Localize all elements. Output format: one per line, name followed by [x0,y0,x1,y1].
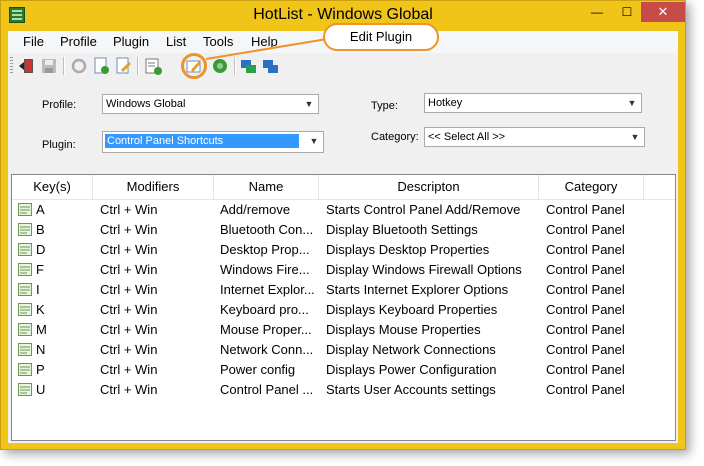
table-row[interactable]: K Ctrl + Win Keyboard pro... Displays Keybo… [12,300,675,320]
row-name: Internet Explor... [220,282,315,297]
row-key: F [36,262,44,277]
category-select[interactable]: << Select All >> ▼ [424,127,645,147]
row-description: Displays Keyboard Properties [326,302,498,317]
row-category: Control Panel [546,222,625,237]
row-modifiers: Ctrl + Win [100,202,158,217]
plugin-label: Plugin: [42,139,76,151]
row-category: Control Panel [546,322,625,337]
profile-label: Profile: [42,99,77,111]
hotkey-item-icon [18,303,32,316]
row-key: U [36,382,46,397]
chevron-down-icon: ▼ [304,99,314,109]
row-description: Display Bluetooth Settings [326,222,478,237]
row-category: Control Panel [546,242,625,257]
row-modifiers: Ctrl + Win [100,342,158,357]
list-header: Key(s) Modifiers Name Descripton Categor… [12,175,675,200]
list-body: A Ctrl + Win Add/remove Starts Control Pane… [12,200,675,400]
row-category: Control Panel [546,282,625,297]
table-row[interactable]: P Ctrl + Win Power config Displays Power Co… [12,360,675,380]
hotkey-item-icon [18,263,32,276]
client-area: File Profile Plugin List Tools Help Prof… [8,31,678,443]
row-key: D [36,242,46,257]
row-key: K [36,302,45,317]
table-row[interactable]: I Ctrl + Win Internet Explor... Starts Inte… [12,280,675,300]
table-row[interactable]: A Ctrl + Win Add/remove Starts Control Pane… [12,200,675,220]
hotkey-item-icon [18,223,32,236]
row-key: N [36,342,46,357]
row-key: B [36,222,45,237]
row-category: Control Panel [546,262,625,277]
row-modifiers: Ctrl + Win [100,242,158,257]
row-name: Windows Fire... [220,262,310,277]
column-header-keys[interactable]: Key(s) [12,175,93,199]
hotkey-item-icon [18,323,32,336]
row-modifiers: Ctrl + Win [100,382,158,397]
hotkey-item-icon [18,243,32,256]
row-name: Network Conn... [220,342,314,357]
hotkey-list[interactable]: Key(s) Modifiers Name Descripton Categor… [11,174,676,441]
chevron-down-icon: ▼ [630,132,640,142]
row-name: Keyboard pro... [220,302,309,317]
row-name: Bluetooth Con... [220,222,314,237]
profile-select-value: Windows Global [106,98,186,110]
row-description: Starts Control Panel Add/Remove [326,202,521,217]
row-description: Displays Power Configuration [326,362,497,377]
type-select-value: Hotkey [428,97,463,109]
table-row[interactable]: F Ctrl + Win Windows Fire... Display Window… [12,260,675,280]
row-category: Control Panel [546,382,625,397]
hotkey-item-icon [18,283,32,296]
plugin-select-value: Control Panel Shortcuts [105,134,299,148]
row-modifiers: Ctrl + Win [100,262,158,277]
row-modifiers: Ctrl + Win [100,302,158,317]
column-header-name[interactable]: Name [214,175,319,199]
edit-plugin-callout: Edit Plugin [323,23,439,51]
row-description: Displays Mouse Properties [326,322,481,337]
chevron-down-icon: ▼ [309,136,319,146]
row-key: A [36,202,45,217]
table-row[interactable]: N Ctrl + Win Network Conn... Display Networ… [12,340,675,360]
row-description: Displays Desktop Properties [326,242,490,257]
category-label: Category: [371,131,419,143]
hotkey-item-icon [18,363,32,376]
row-name: Control Panel ... [220,382,314,397]
table-row[interactable]: M Ctrl + Win Mouse Proper... Displays Mouse… [12,320,675,340]
row-category: Control Panel [546,362,625,377]
row-modifiers: Ctrl + Win [100,282,158,297]
row-category: Control Panel [546,342,625,357]
row-modifiers: Ctrl + Win [100,362,158,377]
table-row[interactable]: B Ctrl + Win Bluetooth Con... Display Bluet… [12,220,675,240]
row-name: Mouse Proper... [220,322,312,337]
row-key: P [36,362,45,377]
category-select-value: << Select All >> [428,131,506,143]
chevron-down-icon: ▼ [627,98,637,108]
row-modifiers: Ctrl + Win [100,222,158,237]
main-window: HotList - Windows Global — ☐ ✕ File Prof… [0,0,686,450]
column-header-category[interactable]: Category [539,175,644,199]
row-name: Add/remove [220,202,291,217]
column-header-description[interactable]: Descripton [319,175,539,199]
row-description: Starts User Accounts settings [326,382,496,397]
type-select[interactable]: Hotkey ▼ [424,93,642,113]
row-description: Display Network Connections [326,342,496,357]
row-description: Display Windows Firewall Options [326,262,522,277]
row-category: Control Panel [546,202,625,217]
row-description: Starts Internet Explorer Options [326,282,509,297]
row-key: I [36,282,40,297]
row-name: Desktop Prop... [220,242,310,257]
plugin-select[interactable]: Control Panel Shortcuts ▼ [102,131,324,153]
type-label: Type: [371,100,398,112]
hotkey-item-icon [18,383,32,396]
table-row[interactable]: D Ctrl + Win Desktop Prop... Displays Deskt… [12,240,675,260]
row-category: Control Panel [546,302,625,317]
profile-select[interactable]: Windows Global ▼ [102,94,319,114]
column-header-modifiers[interactable]: Modifiers [93,175,214,199]
hotkey-item-icon [18,343,32,356]
hotkey-item-icon [18,203,32,216]
row-modifiers: Ctrl + Win [100,322,158,337]
table-row[interactable]: U Ctrl + Win Control Panel ... Starts User … [12,380,675,400]
row-name: Power config [220,362,296,377]
row-key: M [36,322,47,337]
